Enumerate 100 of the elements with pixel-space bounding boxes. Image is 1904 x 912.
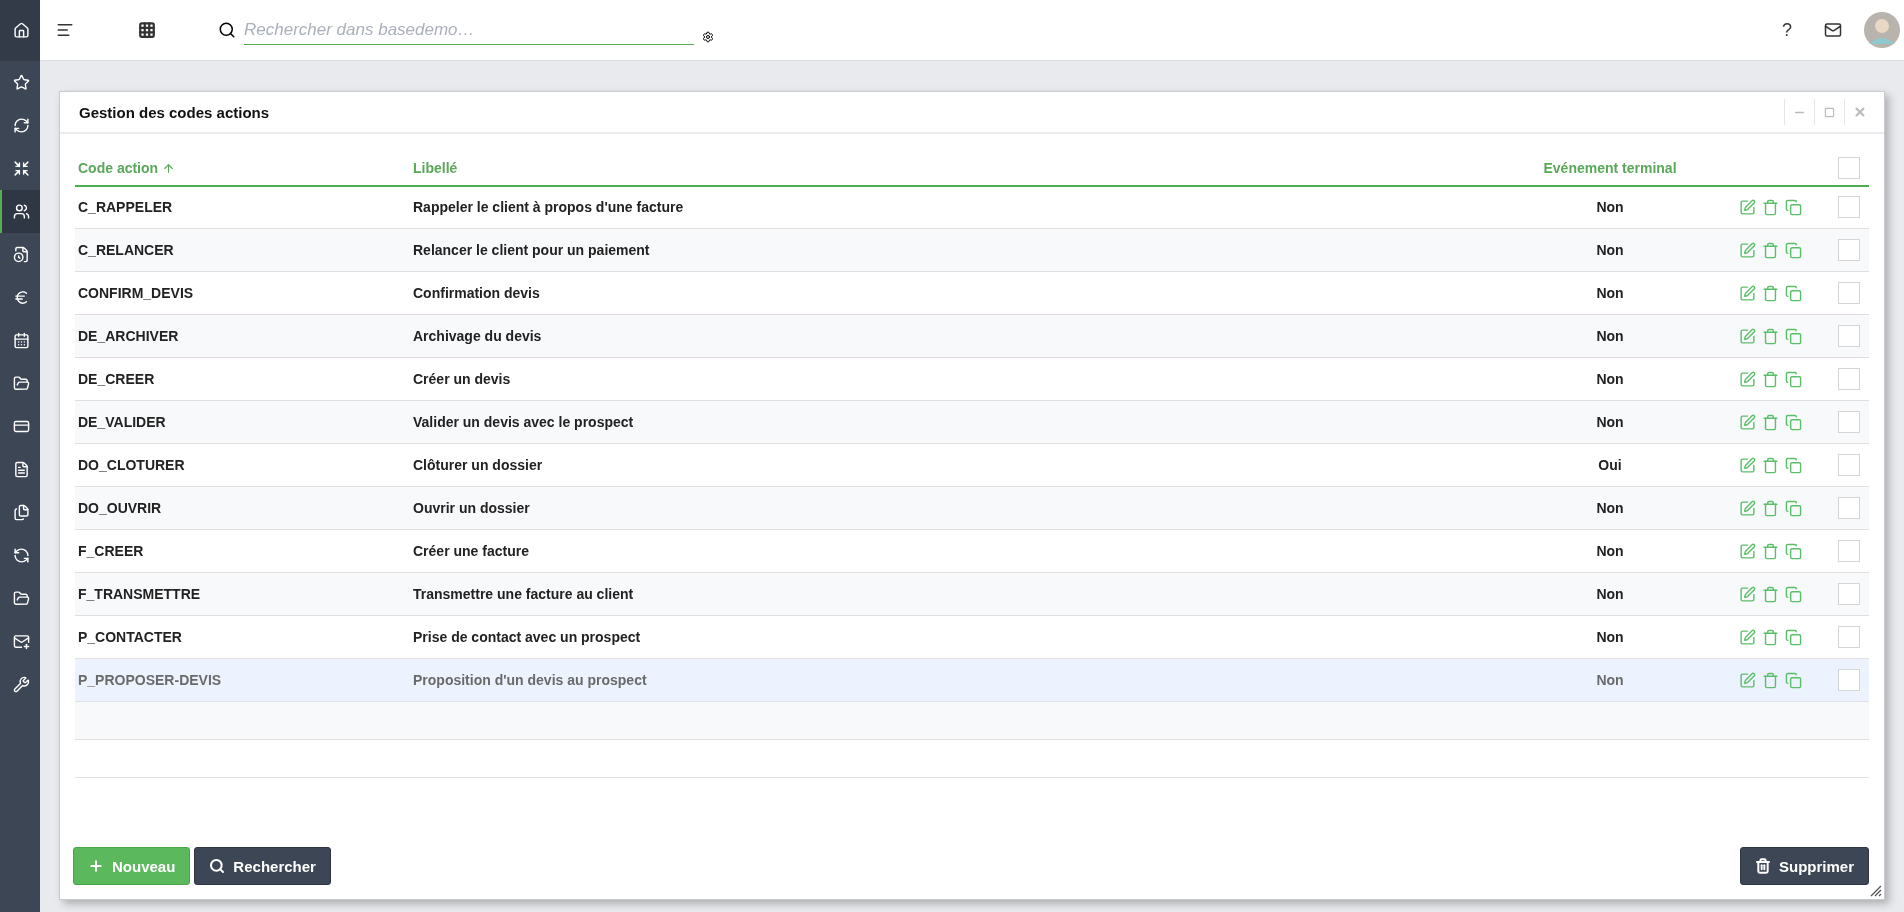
edit-button[interactable] (1739, 284, 1756, 302)
copy-button[interactable] (1785, 542, 1802, 560)
delete-row-button[interactable] (1762, 542, 1779, 560)
copy-icon (1785, 456, 1802, 474)
table-row[interactable]: C_RELANCER Relancer le client pour un paiement Non (75, 229, 1869, 272)
settings-icon[interactable] (702, 31, 714, 43)
copy-icon (1785, 327, 1802, 345)
table-cell-text: Archivage du devis (412, 328, 543, 344)
edit-button[interactable] (1739, 413, 1756, 431)
table-cell-text: Non (1595, 629, 1625, 645)
delete-button[interactable]: Supprimer (1740, 847, 1869, 885)
table-cell-text: Créer une facture (412, 543, 530, 559)
delete-row-button[interactable] (1762, 499, 1779, 517)
edit-button[interactable] (1739, 628, 1756, 646)
avatar[interactable] (1864, 12, 1900, 48)
apps-button[interactable] (138, 21, 156, 39)
table-cell-text: DE_CREER (77, 371, 156, 387)
copy-icon (1785, 198, 1802, 216)
copy-button[interactable] (1785, 456, 1802, 474)
copy-icon (1785, 413, 1802, 431)
table-cell-text: Non (1595, 543, 1625, 559)
row-checkbox[interactable] (1838, 626, 1860, 648)
edit-button[interactable] (1739, 241, 1756, 259)
edit-button[interactable] (1739, 370, 1756, 388)
table-cell-text: DE_ARCHIVER (77, 328, 180, 344)
row-checkbox[interactable] (1838, 282, 1860, 304)
edit-button[interactable] (1739, 456, 1756, 474)
edit-button[interactable] (1739, 327, 1756, 345)
table-cell-text: Relancer le client pour un paiement (412, 242, 651, 258)
edit-button[interactable] (1739, 671, 1756, 689)
select-all-checkbox[interactable] (1838, 157, 1860, 179)
row-checkbox[interactable] (1838, 540, 1860, 562)
copy-button[interactable] (1785, 671, 1802, 689)
table-cell-text: CONFIRM_DEVIS (77, 285, 195, 301)
copy-icon (1785, 370, 1802, 388)
help-button[interactable]: ? (1782, 19, 1792, 41)
delete-row-button[interactable] (1762, 585, 1779, 603)
edit-icon (1739, 241, 1756, 259)
edit-button[interactable] (1739, 585, 1756, 603)
table-row[interactable]: F_TRANSMETTRE Transmettre une facture au client Non (75, 573, 1869, 616)
row-checkbox[interactable] (1838, 368, 1860, 390)
table-cell-text: P_PROPOSER-DEVIS (77, 672, 223, 688)
table-row[interactable]: DE_VALIDER Valider un devis avec le prospect Non (75, 401, 1869, 444)
delete-row-button[interactable] (1762, 284, 1779, 302)
users-icon (12, 203, 30, 220)
row-checkbox[interactable] (1838, 411, 1860, 433)
menu-button[interactable] (56, 21, 74, 39)
close-icon (1852, 105, 1867, 119)
row-checkbox[interactable] (1838, 196, 1860, 218)
delete-row-button[interactable] (1762, 628, 1779, 646)
edit-button[interactable] (1739, 198, 1756, 216)
table-cell-text: Transmettre une facture au client (412, 586, 635, 602)
row-checkbox[interactable] (1838, 497, 1860, 519)
copy-button[interactable] (1785, 327, 1802, 345)
table-cell-text: DO_CLOTURER (77, 457, 186, 473)
edit-button[interactable] (1739, 542, 1756, 560)
edit-button[interactable] (1739, 499, 1756, 517)
table-row[interactable]: DE_ARCHIVER Archivage du devis Non (75, 315, 1869, 358)
sidebar-item[interactable] (0, 190, 40, 233)
copy-button[interactable] (1785, 241, 1802, 259)
row-checkbox[interactable] (1838, 239, 1860, 261)
copy-button[interactable] (1785, 370, 1802, 388)
copy-icon (1785, 671, 1802, 689)
table-cell-text: Clôturer un dossier (412, 457, 544, 473)
trash-icon (1762, 585, 1779, 603)
row-checkbox[interactable] (1838, 583, 1860, 605)
sidebar-item[interactable] (0, 0, 40, 61)
table-cell-text: Rappeler le client à propos d'une facture (412, 199, 685, 215)
search-button[interactable]: Rechercher (194, 847, 331, 885)
copy-button[interactable] (1785, 413, 1802, 431)
table-row[interactable]: P_PROPOSER-DEVIS Proposition d'un devis au prospect Non (75, 659, 1869, 702)
copy-button[interactable] (1785, 284, 1802, 302)
euro-icon (12, 289, 30, 306)
delete-row-button[interactable] (1762, 198, 1779, 216)
mail-button[interactable] (1824, 21, 1842, 39)
edit-icon (1739, 413, 1756, 431)
row-checkbox[interactable] (1838, 325, 1860, 347)
table-row[interactable]: DO_OUVRIR Ouvrir un dossier Non (75, 487, 1869, 530)
delete-row-button[interactable] (1762, 413, 1779, 431)
delete-row-button[interactable] (1762, 456, 1779, 474)
table-cell-text: F_CREER (77, 543, 145, 559)
copy-button[interactable] (1785, 585, 1802, 603)
table-cell-text: C_RELANCER (77, 242, 175, 258)
edit-icon (1739, 456, 1756, 474)
delete-row-button[interactable] (1762, 671, 1779, 689)
edit-icon (1739, 198, 1756, 216)
delete-row-button[interactable] (1762, 241, 1779, 259)
table-cell-text: Valider un devis avec le prospect (412, 414, 635, 430)
row-checkbox[interactable] (1838, 454, 1860, 476)
delete-row-button[interactable] (1762, 370, 1779, 388)
row-checkbox[interactable] (1838, 669, 1860, 691)
copy-button[interactable] (1785, 499, 1802, 517)
edit-icon (1739, 284, 1756, 302)
maximize-icon (1824, 106, 1835, 118)
copy-button[interactable] (1785, 628, 1802, 646)
copy-button[interactable] (1785, 198, 1802, 216)
delete-row-button[interactable] (1762, 327, 1779, 345)
resize-grip-icon[interactable] (1870, 885, 1882, 897)
table-cell-text: Non (1595, 672, 1625, 688)
trash-icon (1762, 542, 1779, 560)
